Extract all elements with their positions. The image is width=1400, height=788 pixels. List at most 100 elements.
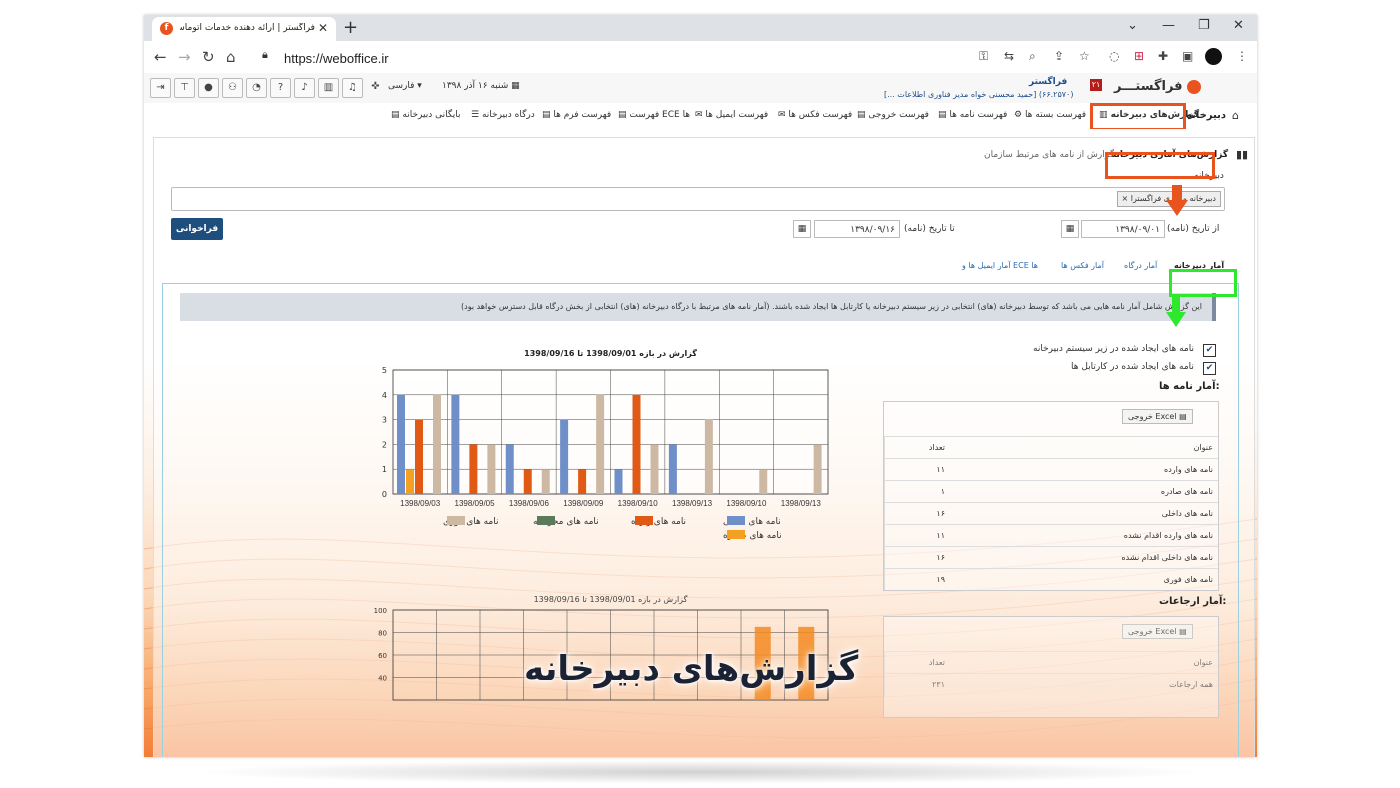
- users-icon[interactable]: ⚇: [222, 78, 243, 98]
- bar-chart-icon: ▮▮: [1236, 148, 1249, 161]
- menu-item-letters[interactable]: ▤ فهرست نامه ها: [938, 110, 1007, 120]
- bar: [813, 444, 822, 494]
- tab-fax-stats[interactable]: آمار فکس ها: [1061, 261, 1104, 270]
- back-icon[interactable]: ←: [154, 48, 167, 66]
- minimize-icon[interactable]: —: [1162, 18, 1175, 33]
- row-name: نامه های داخلی اقدام نشده: [950, 546, 1218, 569]
- address-bar: ← → ↻ ⌂ 🔒︎ https://weboffice.ir ⚿ ⇆ ⌕ ⇪ …: [144, 41, 1257, 74]
- microphone-icon[interactable]: ♪: [294, 78, 315, 98]
- menu-item-ece[interactable]: ▤ فهرست ECE ها: [618, 110, 690, 120]
- checkbox-cartable-label: نامه های ایجاد شده در کارتابل ها: [1071, 362, 1194, 372]
- row-name: نامه های وارده اقدام نشده: [950, 524, 1218, 547]
- zoom-icon[interactable]: ⌕: [1029, 49, 1036, 64]
- sidebar-icon[interactable]: ▣: [1182, 49, 1193, 63]
- translate-icon[interactable]: ⇆: [1004, 49, 1014, 63]
- stats-icon[interactable]: ▥: [318, 78, 339, 98]
- letters-table: تعداد عنوان ۱۱ نامه های وارده ۱ نامه های…: [884, 436, 1218, 590]
- letters-bar-chart: گزارش در بازه 1398/09/01 تا 1398/09/16 0 1…: [382, 348, 829, 541]
- legend-swatch: [537, 516, 555, 525]
- row-count: ۱۱: [884, 524, 950, 547]
- secretariat-select[interactable]: × دبیرخانه مرکزی فراگسترا: [171, 187, 1225, 211]
- referral-table: تعداد عنوان ۲۳۱ همه ارجاعات: [884, 651, 1218, 695]
- key-icon[interactable]: ⚿: [979, 49, 988, 64]
- extension-icon[interactable]: ◌: [1109, 49, 1119, 63]
- x-tick-label: 1398/09/13: [672, 499, 713, 508]
- row-count: ۱: [884, 480, 950, 503]
- info-bar: این گزارش شامل آمار نامه هایی می باشد که…: [180, 293, 1216, 321]
- extension-plus-icon[interactable]: ⊞: [1134, 49, 1144, 63]
- profile-avatar[interactable]: [1205, 48, 1222, 65]
- menu-icon[interactable]: ⋮: [1236, 49, 1248, 63]
- checkbox-subsystem[interactable]: ✔: [1203, 344, 1216, 357]
- plugin-icon[interactable]: ✜: [366, 78, 385, 96]
- menu-item-gateway[interactable]: ☰ درگاه دبیرخانه: [471, 110, 535, 120]
- app-header: ⇥ ⊤ ● ⚇ ◔ ? ♪ ▥ ♫ ✜ فارسی ▾ شنبه ۱۶ آذر …: [144, 73, 1257, 104]
- menu-item-forms[interactable]: ▤ فهرست فرم ها: [542, 110, 611, 120]
- checkbox-cartable[interactable]: ✔: [1203, 362, 1216, 375]
- menu-item-packages[interactable]: ⚙ فهرست بسته ها: [1014, 110, 1086, 120]
- x-tick-label: 1398/09/10: [618, 499, 659, 508]
- bell-icon[interactable]: ♫: [342, 78, 363, 98]
- favicon-icon: f: [160, 22, 173, 35]
- lock-icon[interactable]: 🔒︎: [262, 48, 268, 62]
- help-icon[interactable]: ?: [270, 78, 291, 98]
- user-info[interactable]: (۶۶.۲۵۷۰) [حمید محسنی خواه مدیر فناوری ا…: [884, 90, 1073, 99]
- url-field[interactable]: https://weboffice.ir: [284, 51, 389, 66]
- language-select[interactable]: فارسی ▾: [388, 81, 422, 91]
- bar: [759, 469, 768, 494]
- chart-title: گزارش در بازه 1398/09/01 تا 1398/09/16: [524, 348, 697, 359]
- menu-item-outgoing[interactable]: ▤ فهرست خروجی: [857, 110, 929, 120]
- row-count: ۱۶: [884, 502, 950, 525]
- home-icon[interactable]: ⌂: [226, 48, 236, 66]
- bookmark-star-icon[interactable]: ☆: [1079, 49, 1090, 63]
- reload-icon[interactable]: ↻: [202, 48, 215, 66]
- y-tick-label: 80: [378, 630, 387, 638]
- chat-icon[interactable]: ◔: [246, 78, 267, 98]
- table-row: ۱ نامه های صادره: [884, 480, 1218, 503]
- y-tick-label: 2: [382, 440, 387, 449]
- puzzle-icon[interactable]: ✚: [1158, 49, 1168, 63]
- forward-icon[interactable]: →: [178, 48, 191, 66]
- bar: [560, 419, 569, 494]
- row-count: ۱۱: [884, 458, 950, 481]
- overlay-title: گزارش‌های دبیرخانه: [524, 649, 859, 689]
- menu-item-fax[interactable]: ✉ فهرست فکس ها: [778, 110, 852, 120]
- to-calendar-icon[interactable]: ▦: [793, 220, 811, 238]
- legend-swatch: [727, 516, 745, 525]
- tab-gateway-stats[interactable]: آمار درگاه: [1124, 261, 1157, 270]
- menu-item-archive[interactable]: ▤ بایگانی دبیرخانه: [391, 110, 461, 120]
- bar: [668, 444, 677, 494]
- referral-excel-button[interactable]: خروجی Excel ▤: [1122, 624, 1193, 639]
- tab-email-ece-stats[interactable]: آمار ایمیل ها و ECE ها: [962, 261, 1038, 270]
- bar: [614, 469, 623, 494]
- referral-stats-table: خروجی Excel ▤ تعداد عنوان ۲۳۱ همه ارجاعا…: [883, 616, 1219, 718]
- browser-tab[interactable]: f فراگستر | ارائه دهنده خدمات اتوماسیون …: [152, 17, 336, 41]
- home-nav-icon[interactable]: ⌂: [1232, 109, 1239, 122]
- from-date-input[interactable]: ۱۳۹۸/۰۹/۰۱: [1081, 220, 1165, 238]
- row-name: نامه های داخلی: [950, 502, 1218, 525]
- letters-stats-title: آمار نامه ها:: [1159, 381, 1220, 392]
- tab-search-icon[interactable]: ⌄: [1127, 18, 1138, 33]
- y-tick-label: 4: [382, 391, 387, 400]
- close-window-icon[interactable]: ✕: [1233, 18, 1244, 33]
- tab-bar: f فراگستر | ارائه دهنده خدمات اتوماسیون …: [144, 15, 1257, 41]
- chart-title: گزارش در بازه 1398/09/01 تا 1398/09/16: [534, 594, 688, 604]
- bar: [433, 394, 441, 494]
- user-icon[interactable]: ●: [198, 78, 219, 98]
- y-tick-label: 60: [378, 652, 387, 660]
- org-chart-icon[interactable]: ⊤: [174, 78, 195, 98]
- x-tick-label: 1398/09/10: [726, 499, 767, 508]
- from-calendar-icon[interactable]: ▦: [1061, 220, 1079, 238]
- to-date-input[interactable]: ۱۳۹۸/۰۹/۱۶: [814, 220, 900, 238]
- highlight-reports-menu: [1090, 103, 1186, 131]
- call-button[interactable]: فراخوانی: [171, 218, 223, 240]
- letters-excel-button[interactable]: خروجی Excel ▤: [1122, 409, 1193, 424]
- close-tab-icon[interactable]: ✕: [318, 21, 328, 35]
- share-icon[interactable]: ⇪: [1054, 49, 1064, 63]
- tab-related-letters[interactable]: گزارش از نامه های مرتبط سازمان: [984, 150, 1114, 160]
- logout-icon[interactable]: ⇥: [150, 78, 171, 98]
- menu-item-email[interactable]: ✉ فهرست ایمیل ها: [695, 110, 768, 120]
- to-date-label: تا تاریخ (نامه): [904, 224, 955, 234]
- new-tab-icon[interactable]: +: [343, 17, 358, 38]
- restore-icon[interactable]: ❐: [1198, 18, 1210, 33]
